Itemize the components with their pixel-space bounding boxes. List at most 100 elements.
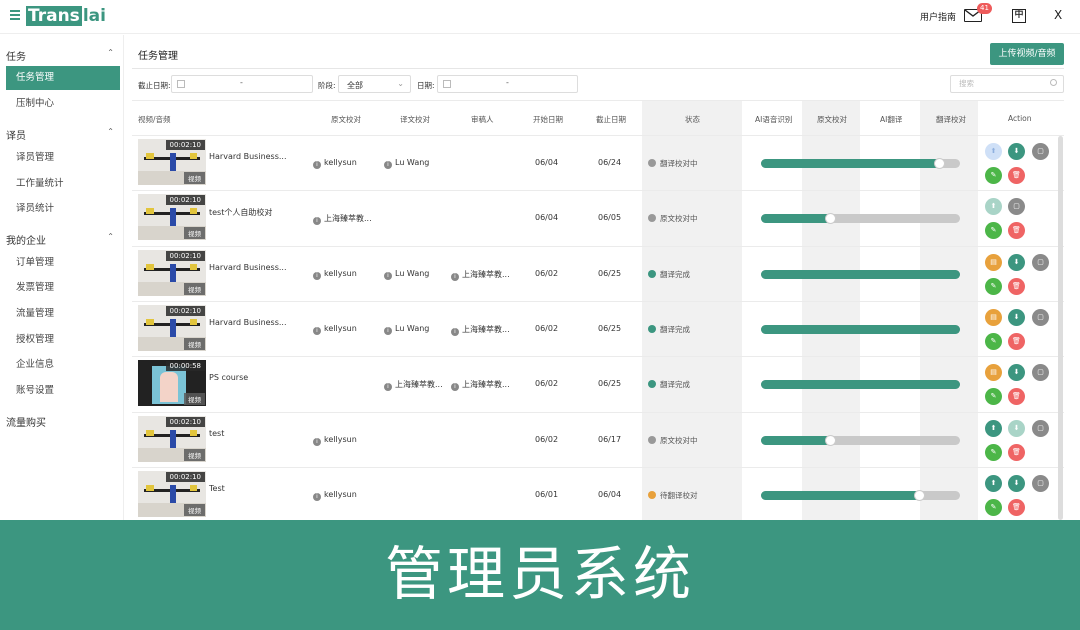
copy-icon[interactable]: ▢ — [1032, 474, 1049, 492]
target-proofreader[interactable]: i Lu Wang — [384, 158, 429, 169]
delete-icon[interactable]: 🗑 — [1008, 277, 1025, 295]
video-thumbnail[interactable]: 00:02:10 视频 — [138, 249, 206, 296]
reviewer[interactable]: i 上海臻萃教... — [451, 324, 510, 336]
person-name: kellysun — [324, 268, 357, 278]
end-date: 06/25 — [598, 379, 622, 389]
logo[interactable]: Trans lai — [26, 6, 106, 26]
stage-select[interactable]: 全部 ⌄ — [338, 75, 411, 93]
calendar-icon — [177, 80, 185, 88]
status-text: 待翻译校对 — [660, 490, 698, 500]
video-title[interactable]: PS course — [209, 373, 248, 382]
upload-button[interactable]: 上传视频/音频 — [990, 43, 1064, 65]
stage-select-value: 全部 — [347, 81, 363, 90]
video-thumbnail[interactable]: 00:02:10 视频 — [138, 304, 206, 351]
download-icon[interactable]: ⬇ — [1008, 419, 1025, 437]
status-text: 翻译校对中 — [660, 159, 698, 168]
col-header-ai-asr: AI语音识别 — [755, 115, 793, 124]
copy-icon[interactable]: ▢ — [1032, 143, 1049, 160]
delete-icon[interactable]: 🗑 — [1008, 443, 1025, 461]
sidebar-item-task-management[interactable]: 任务管理 — [6, 66, 120, 90]
video-title[interactable]: test个人自助校对 — [209, 207, 272, 218]
copy-icon[interactable]: ▢ — [1032, 364, 1049, 382]
date-range-input[interactable]: - — [437, 75, 578, 93]
upload-icon[interactable]: ⬆ — [985, 198, 1002, 216]
edit-icon[interactable]: ✎ — [985, 443, 1002, 461]
download-icon[interactable]: ⬇ — [1008, 143, 1025, 160]
source-proofreader[interactable]: i kellysun — [313, 269, 357, 280]
delete-icon[interactable]: 🗑 — [1008, 222, 1025, 240]
banner-text: 管理员系统 — [384, 540, 695, 608]
progress-bar — [761, 269, 960, 279]
page-title: 任务管理 — [138, 51, 178, 62]
edit-icon[interactable]: ✎ — [985, 332, 1002, 350]
sidebar-group-label: 任务 — [6, 52, 26, 63]
upload-icon[interactable]: ▤ — [985, 364, 1002, 382]
copy-icon[interactable]: ▢ — [1032, 308, 1049, 326]
status-badge: 原文校对中 — [648, 435, 698, 446]
edit-icon[interactable]: ✎ — [985, 167, 1002, 184]
download-icon[interactable]: ⬇ — [1008, 308, 1025, 326]
source-proofreader[interactable]: i kellysun — [313, 158, 357, 169]
upload-icon[interactable]: ⬆ — [985, 474, 1002, 492]
progress-bar — [761, 213, 960, 225]
status-badge: 翻译完成 — [648, 379, 690, 390]
download-icon[interactable]: ⬇ — [1008, 253, 1025, 271]
video-title[interactable]: test — [209, 429, 224, 438]
video-thumbnail[interactable]: 00:00:58 视频 — [138, 360, 206, 407]
edit-icon[interactable]: ✎ — [985, 277, 1002, 295]
source-proofreader[interactable]: i kellysun — [313, 490, 357, 501]
upload-icon[interactable]: ⬆ — [985, 419, 1002, 437]
target-proofreader[interactable]: i 上海臻萃教... — [384, 379, 443, 392]
language-icon[interactable]: 中 — [1012, 9, 1026, 23]
delete-icon[interactable]: 🗑 — [1008, 498, 1025, 516]
search-input[interactable]: 搜索 — [950, 75, 1064, 93]
edit-icon[interactable]: ✎ — [985, 388, 1002, 406]
copy-icon[interactable]: ▢ — [1032, 419, 1049, 437]
video-title[interactable]: Harvard Business... — [209, 152, 287, 161]
person-name: Lu Wang — [395, 268, 430, 278]
source-proofreader[interactable]: i 上海臻萃教... — [313, 213, 372, 226]
video-thumbnail[interactable]: 00:02:10 视频 — [138, 415, 206, 462]
info-icon: i — [313, 217, 321, 226]
video-title[interactable]: Test — [209, 484, 225, 493]
deadline-range-input[interactable]: - — [171, 75, 313, 93]
edit-icon[interactable]: ✎ — [985, 222, 1002, 240]
download-icon[interactable]: ⬇ — [1008, 364, 1025, 382]
delete-icon[interactable]: 🗑 — [1008, 332, 1025, 350]
upload-icon[interactable]: ⬆ — [985, 143, 1002, 160]
col-header-target-proof: 译文校对 — [400, 115, 430, 124]
menu-icon[interactable] — [10, 10, 20, 20]
user-guide-link[interactable]: 用户指南 — [920, 10, 956, 23]
delete-icon[interactable]: 🗑 — [1008, 388, 1025, 406]
copy-icon[interactable]: ▢ — [1032, 253, 1049, 271]
progress-bar — [761, 489, 960, 501]
delete-icon[interactable]: 🗑 — [1008, 167, 1025, 184]
info-icon: i — [384, 161, 392, 169]
upload-icon[interactable]: ▤ — [985, 253, 1002, 271]
download-icon[interactable]: ⬇ — [1008, 474, 1025, 492]
edit-icon[interactable]: ✎ — [985, 498, 1002, 516]
copy-icon[interactable]: ▢ — [1008, 198, 1025, 216]
duration-label: 00:02:10 — [165, 471, 205, 482]
sidebar-group-tasks[interactable]: 任务 ⌃ — [6, 48, 114, 63]
upload-icon[interactable]: ▤ — [985, 308, 1002, 326]
end-date: 06/25 — [598, 268, 622, 278]
reviewer[interactable]: i 上海臻萃教... — [451, 379, 510, 392]
x-icon[interactable]: X — [1054, 8, 1062, 22]
target-proofreader[interactable]: i Lu Wang — [384, 324, 429, 335]
video-title[interactable]: Harvard Business... — [209, 318, 287, 327]
progress-fill — [761, 490, 921, 500]
video-thumbnail[interactable]: 00:02:10 视频 — [138, 194, 206, 241]
video-thumbnail[interactable]: 00:02:10 视频 — [138, 139, 206, 185]
reviewer[interactable]: i 上海臻萃教... — [451, 269, 510, 281]
source-proofreader[interactable]: i kellysun — [313, 435, 357, 446]
sidebar-item-compress-center[interactable]: 压制中心 — [6, 92, 120, 116]
vertical-scrollbar[interactable] — [1058, 136, 1063, 520]
video-thumbnail[interactable]: 00:02:10 视频 — [138, 470, 206, 517]
info-icon: i — [451, 383, 459, 392]
source-proofreader[interactable]: i kellysun — [313, 324, 357, 335]
video-title[interactable]: Harvard Business... — [209, 263, 287, 272]
status-badge: 翻译校对中 — [648, 158, 698, 169]
person-name: kellysun — [324, 323, 357, 333]
target-proofreader[interactable]: i Lu Wang — [384, 269, 429, 280]
